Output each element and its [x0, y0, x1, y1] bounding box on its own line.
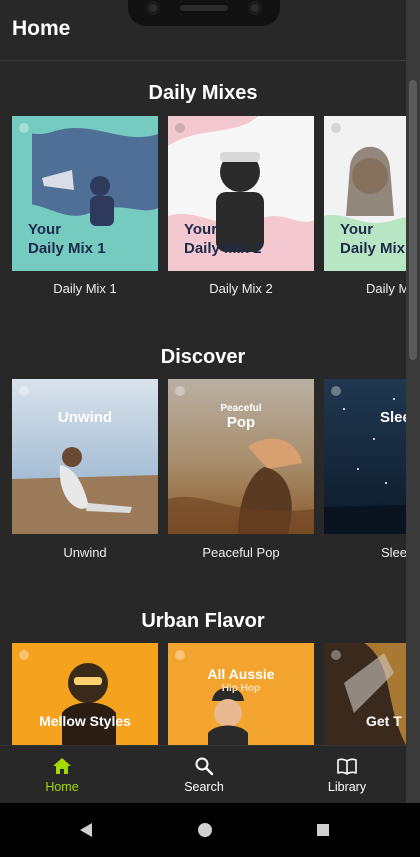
spotify-logo-icon	[19, 123, 29, 133]
playlist-card-daily-mix-1[interactable]: Your Daily Mix 1	[12, 116, 158, 271]
app-header: Home	[0, 0, 406, 61]
section-title-urban-flavor: Urban Flavor	[141, 610, 265, 632]
cover-art	[168, 643, 314, 745]
playlist-card-sleep[interactable]: Slee	[324, 379, 406, 534]
cover-title: All Aussie	[207, 666, 275, 682]
nav-search[interactable]: Search	[144, 746, 264, 803]
cover-subtitle: Peaceful	[220, 403, 262, 414]
spotify-logo-icon	[331, 123, 341, 133]
spotify-logo-icon	[175, 650, 185, 660]
playlist-card-daily-mix-2[interactable]: Your Daily Mix 2	[168, 116, 314, 271]
bottom-navigation: Home Search Library	[0, 745, 406, 803]
cover-art	[12, 379, 158, 534]
section-title-daily-mixes: Daily Mixes	[148, 82, 258, 104]
cover-title: Mellow Styles	[39, 713, 131, 729]
system-navigation-bar	[0, 803, 420, 857]
back-icon[interactable]	[79, 822, 93, 838]
recents-icon[interactable]	[316, 823, 330, 837]
playlist-card-daily-mix-3[interactable]: Your Daily Mix	[324, 116, 406, 271]
card-label: Slee	[381, 545, 406, 560]
playlist-card-get-turnt[interactable]: Get T	[324, 643, 406, 745]
cover-title: Your Daily Mix	[340, 221, 406, 257]
playlist-card-all-aussie-hip-hop[interactable]: All Aussie Hip Hop	[168, 643, 314, 745]
spotify-logo-icon	[175, 386, 185, 396]
camera-icon	[248, 1, 262, 15]
cover-title: Pop	[226, 414, 256, 431]
section-title-discover: Discover	[160, 346, 246, 368]
spotify-logo-icon	[19, 386, 29, 396]
nav-label-home: Home	[45, 780, 79, 794]
camera-icon	[146, 1, 160, 15]
card-label: Daily Mix 2	[209, 281, 273, 296]
nav-home[interactable]: Home	[2, 746, 122, 803]
cover-title: Your Daily Mix 2	[184, 221, 262, 257]
card-label: Daily M	[366, 281, 406, 296]
card-label: Peaceful Pop	[202, 545, 280, 560]
cover-title: Slee	[380, 409, 406, 426]
book-icon	[337, 758, 357, 775]
playlist-card-mellow-styles[interactable]: Mellow Styles	[12, 643, 158, 745]
spotify-logo-icon	[19, 650, 29, 660]
card-label: Daily Mix 1	[53, 281, 117, 296]
spotify-logo-icon	[175, 123, 185, 133]
cover-title: Your Daily Mix 1	[28, 221, 106, 257]
nav-label-search: Search	[184, 780, 224, 794]
cover-subtitle: Hip Hop	[221, 683, 261, 694]
cover-art	[12, 643, 158, 745]
search-icon	[195, 757, 214, 776]
card-label: Unwind	[63, 545, 107, 560]
nav-library[interactable]: Library	[287, 746, 406, 803]
scrollbar-thumb[interactable]	[409, 80, 417, 360]
playlist-card-unwind[interactable]: Unwind	[12, 379, 158, 534]
home-circle-icon[interactable]	[197, 822, 213, 838]
speaker-grille	[180, 5, 228, 11]
cover-art	[324, 379, 406, 534]
home-icon	[53, 758, 71, 774]
cover-title: Get T	[366, 713, 402, 729]
page-title: Home	[12, 17, 71, 40]
spotify-logo-icon	[331, 650, 341, 660]
nav-label-library: Library	[327, 780, 367, 794]
playlist-card-peaceful-pop[interactable]: Peaceful Pop	[168, 379, 314, 534]
cover-title: Unwind	[57, 409, 113, 426]
camera-notch	[128, 0, 280, 26]
app-screen: Home Daily Mixes Your Daily Mix 1 Daily M…	[0, 0, 406, 803]
spotify-logo-icon	[331, 386, 341, 396]
